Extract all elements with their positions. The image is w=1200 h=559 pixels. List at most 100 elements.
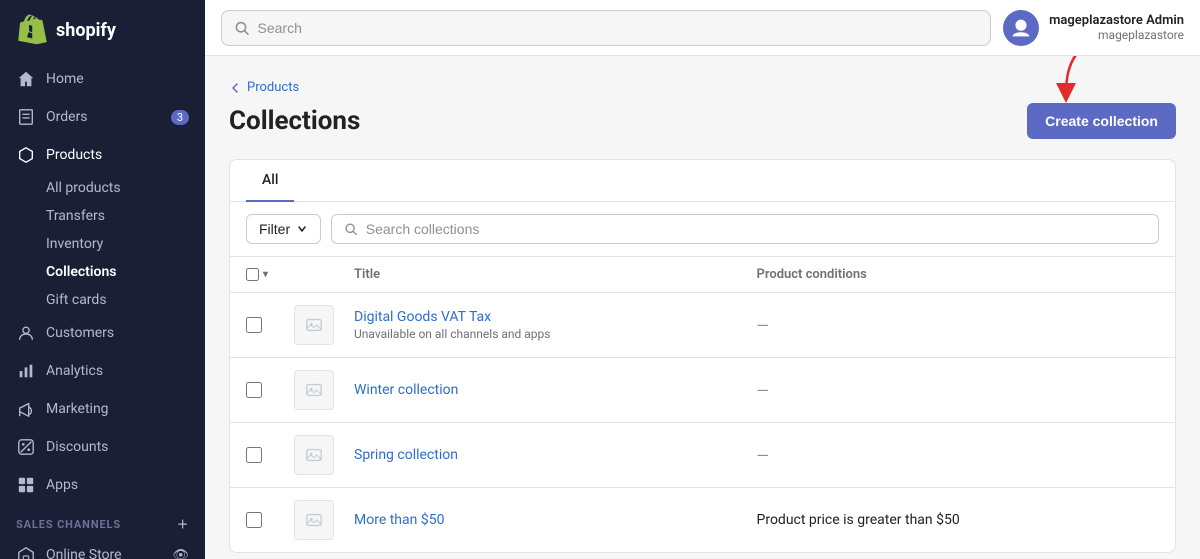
- orders-icon: [16, 107, 36, 127]
- discounts-icon: [16, 437, 36, 457]
- tab-all[interactable]: All: [246, 160, 294, 202]
- table-row: Digital Goods VAT Tax Unavailable on all…: [230, 293, 1175, 358]
- row-checkbox-1[interactable]: [246, 317, 262, 333]
- sidebar-navigation: Home Orders 3 Products All products Tran…: [0, 60, 205, 559]
- sidebar-item-all-products[interactable]: All products: [46, 174, 205, 202]
- row-condition-3: —: [757, 446, 1160, 465]
- filter-label: Filter: [259, 221, 290, 237]
- select-all-chevron[interactable]: ▾: [263, 269, 268, 280]
- sidebar-item-orders-label: Orders: [46, 109, 88, 125]
- sidebar-item-home-label: Home: [46, 71, 84, 87]
- row-checkbox-wrapper-2[interactable]: [246, 382, 294, 398]
- global-search-bar[interactable]: [221, 10, 991, 46]
- search-input[interactable]: [258, 20, 979, 36]
- sidebar-item-home[interactable]: Home: [0, 60, 205, 98]
- collection-title-link-1[interactable]: Digital Goods VAT Tax: [354, 309, 757, 325]
- tabs-row: All: [230, 160, 1175, 202]
- row-info-1: Digital Goods VAT Tax Unavailable on all…: [354, 309, 757, 341]
- search-collections-icon: [344, 222, 358, 236]
- row-checkbox-2[interactable]: [246, 382, 262, 398]
- col-conditions: Product conditions: [757, 267, 1160, 282]
- collection-title-link-3[interactable]: Spring collection: [354, 447, 757, 463]
- row-thumb-1: [294, 305, 354, 345]
- row-checkbox-wrapper-4[interactable]: [246, 512, 294, 528]
- create-button-wrapper: Create collection: [1027, 103, 1176, 139]
- sidebar-item-transfers[interactable]: Transfers: [46, 202, 205, 230]
- sidebar-item-online-store-label: Online Store: [46, 547, 122, 559]
- products-sub-nav: All products Transfers Inventory Collect…: [0, 174, 205, 314]
- user-store: mageplazastore: [1049, 28, 1184, 42]
- avatar: [1003, 10, 1039, 46]
- chevron-left-icon: [229, 82, 241, 94]
- filters-row: Filter: [230, 202, 1175, 257]
- customers-icon: [16, 323, 36, 343]
- user-info: mageplazastore Admin mageplazastore: [1049, 13, 1184, 42]
- add-sales-channel-icon[interactable]: ＋: [177, 516, 189, 532]
- row-condition-4: Product price is greater than $50: [757, 512, 1160, 528]
- sidebar-item-collections[interactable]: Collections: [46, 258, 205, 286]
- home-icon: [16, 69, 36, 89]
- breadcrumb[interactable]: Products: [229, 80, 1176, 95]
- col-title: Title: [354, 267, 757, 282]
- search-icon: [234, 20, 250, 36]
- filter-button[interactable]: Filter: [246, 214, 321, 244]
- sidebar-item-orders[interactable]: Orders 3: [0, 98, 205, 136]
- select-all-wrapper[interactable]: ▾: [246, 267, 294, 282]
- sidebar-item-products-label: Products: [46, 147, 102, 163]
- sales-channels-label: SALES CHANNELS ＋: [0, 504, 205, 536]
- sidebar-logo[interactable]: shopify: [0, 0, 205, 60]
- topbar-right: mageplazastore Admin mageplazastore: [1003, 10, 1184, 46]
- sidebar-item-discounts[interactable]: Discounts: [0, 428, 205, 466]
- row-checkbox-3[interactable]: [246, 447, 262, 463]
- analytics-icon: [16, 361, 36, 381]
- row-info-4: More than $50: [354, 512, 757, 528]
- topbar: mageplazastore Admin mageplazastore: [205, 0, 1200, 56]
- sidebar-item-products[interactable]: Products: [0, 136, 205, 174]
- select-all-checkbox[interactable]: [246, 268, 259, 281]
- search-collections-bar[interactable]: [331, 214, 1159, 244]
- sidebar-item-marketing[interactable]: Marketing: [0, 390, 205, 428]
- row-checkbox-4[interactable]: [246, 512, 262, 528]
- sidebar-item-analytics[interactable]: Analytics: [0, 352, 205, 390]
- table-header: ▾ Title Product conditions: [230, 257, 1175, 293]
- sidebar-item-inventory[interactable]: Inventory: [46, 230, 205, 258]
- row-condition-1: —: [757, 316, 1160, 335]
- row-checkbox-wrapper-1[interactable]: [246, 317, 294, 333]
- online-store-icon: [16, 545, 36, 559]
- table-row: Spring collection —: [230, 423, 1175, 488]
- table-row: Winter collection —: [230, 358, 1175, 423]
- page-content: Products Collections Create collection: [205, 56, 1200, 559]
- row-thumb-4: [294, 500, 354, 540]
- collection-title-link-2[interactable]: Winter collection: [354, 382, 757, 398]
- breadcrumb-text: Products: [247, 80, 299, 95]
- sidebar-item-customers[interactable]: Customers: [0, 314, 205, 352]
- user-name: mageplazastore Admin: [1049, 13, 1184, 28]
- main-area: mageplazastore Admin mageplazastore Prod…: [205, 0, 1200, 559]
- page-title: Collections: [229, 106, 360, 136]
- brand-name: shopify: [56, 20, 116, 41]
- collection-subtitle-1: Unavailable on all channels and apps: [354, 327, 757, 341]
- sidebar: shopify Home Orders 3 Products All prod: [0, 0, 205, 559]
- sidebar-item-apps[interactable]: Apps: [0, 466, 205, 504]
- row-checkbox-wrapper-3[interactable]: [246, 447, 294, 463]
- sidebar-item-discounts-label: Discounts: [46, 439, 108, 455]
- collection-title-link-4[interactable]: More than $50: [354, 512, 757, 528]
- col-image: [294, 267, 354, 282]
- image-placeholder-icon: [305, 381, 323, 399]
- row-thumb-2: [294, 370, 354, 410]
- image-placeholder-icon: [305, 446, 323, 464]
- row-info-2: Winter collection: [354, 382, 757, 398]
- create-collection-button[interactable]: Create collection: [1027, 103, 1176, 139]
- products-icon: [16, 145, 36, 165]
- table-row: More than $50 Product price is greater t…: [230, 488, 1175, 552]
- marketing-icon: [16, 399, 36, 419]
- search-collections-input[interactable]: [366, 221, 1146, 237]
- collections-card: All Filter ▾ Title: [229, 159, 1176, 553]
- sidebar-item-customers-label: Customers: [46, 325, 114, 341]
- sidebar-item-online-store[interactable]: Online Store 👁: [0, 536, 205, 559]
- apps-icon: [16, 475, 36, 495]
- sidebar-item-gift-cards[interactable]: Gift cards: [46, 286, 205, 314]
- row-info-3: Spring collection: [354, 447, 757, 463]
- sidebar-item-marketing-label: Marketing: [46, 401, 109, 417]
- row-condition-2: —: [757, 381, 1160, 400]
